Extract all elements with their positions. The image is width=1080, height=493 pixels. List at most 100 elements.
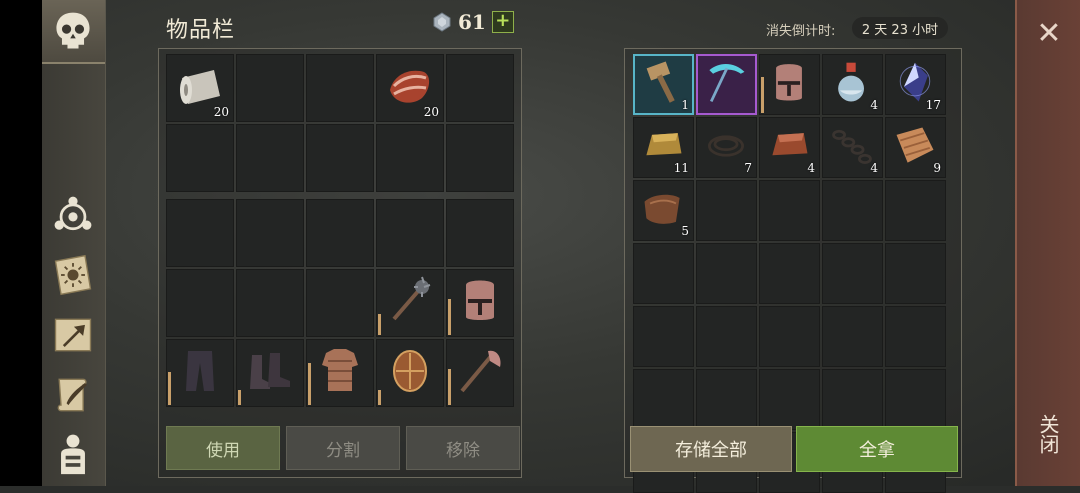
equipment-slot[interactable] [306,269,374,337]
equipment-slot[interactable] [446,199,514,267]
equipment-slot[interactable] [306,199,374,267]
map-arrow-icon[interactable] [48,310,98,360]
split-button[interactable]: 分割 [286,426,400,470]
inventory-grid: 20 20 [166,54,514,192]
chain-icon [832,129,872,164]
equipment-slot[interactable] [166,269,234,337]
durability-bar [761,77,764,113]
storage-slot[interactable]: 1 [633,54,694,115]
sidebar-tab-active[interactable] [42,0,105,64]
equipment-slot[interactable] [236,199,304,267]
sun-book-icon[interactable] [48,250,98,300]
take-all-button[interactable]: 全拿 [796,426,958,472]
character-icon[interactable] [48,428,98,478]
inventory-slot[interactable] [236,54,304,122]
storage-slot[interactable] [633,306,694,367]
storage-slot[interactable] [885,243,946,304]
fabric-icon [896,127,934,163]
equipment-slot[interactable] [376,339,444,407]
item-count: 11 [673,161,689,175]
helmet-icon [466,280,494,320]
item-count: 4 [870,161,878,175]
item-count: 17 [925,98,941,112]
chainmail-icon [322,349,358,391]
pants-icon [186,351,214,391]
equipment-slot[interactable] [236,339,304,407]
storage-slot[interactable] [885,369,946,430]
boots-icon [250,353,290,389]
storage-slot[interactable] [759,306,820,367]
equipment-slot[interactable] [166,339,234,407]
remove-button[interactable]: 移除 [406,426,520,470]
storage-slot[interactable]: 9 [885,117,946,178]
inventory-slot[interactable] [306,124,374,192]
storage-slot[interactable]: 11 [633,117,694,178]
pickaxe-icon [709,64,745,103]
durability-bar [238,390,241,405]
storage-slot[interactable] [696,243,757,304]
storage-slot[interactable] [759,243,820,304]
currency-value: 61 [458,10,486,34]
inventory-slot[interactable] [166,124,234,192]
equipment-slot[interactable] [306,339,374,407]
equipment-slot[interactable] [376,199,444,267]
equipment-slot[interactable] [166,199,234,267]
storage-slot[interactable] [633,369,694,430]
storage-slot[interactable]: 4 [822,54,883,115]
durability-bar [168,372,171,405]
rope-icon [708,135,744,157]
helmet-icon [776,64,802,101]
equipment-grid [166,199,514,407]
storage-slot[interactable] [822,369,883,430]
add-currency-button[interactable]: + [491,11,514,33]
close-panel[interactable]: ✕ 关闭 [1015,0,1080,486]
storage-slot[interactable] [822,180,883,241]
equipment-slot[interactable] [446,339,514,407]
equipment-slot[interactable] [376,269,444,337]
storage-slot[interactable]: 4 [822,117,883,178]
copper-ingot-icon [772,133,808,156]
storage-slot[interactable] [822,243,883,304]
screen-edge [0,0,42,486]
potion-icon [838,62,864,102]
item-count: 20 [213,105,229,119]
inventory-slot[interactable]: 20 [166,54,234,122]
mace-icon [392,276,431,321]
use-button[interactable]: 使用 [166,426,280,470]
storage-slot[interactable] [696,180,757,241]
close-icon[interactable]: ✕ [1035,19,1063,49]
storage-slot[interactable] [759,369,820,430]
currency-display: 61 + [432,10,514,34]
inventory-slot[interactable] [446,124,514,192]
storage-slot[interactable]: 4 [759,117,820,178]
inventory-slot[interactable] [446,54,514,122]
storage-slot[interactable] [696,306,757,367]
inventory-slot[interactable] [306,54,374,122]
inventory-slot[interactable]: 20 [376,54,444,122]
storage-slot[interactable] [696,54,757,115]
storage-slot[interactable] [759,180,820,241]
store-all-button[interactable]: 存储全部 [630,426,792,472]
equipment-slot[interactable] [446,269,514,337]
storage-slot[interactable] [822,306,883,367]
inventory-slot[interactable] [376,124,444,192]
durability-bar [378,390,381,405]
countdown-value: 2 天 23 小时 [852,17,948,39]
storage-slot[interactable]: 17 [885,54,946,115]
storage-slot[interactable]: 5 [633,180,694,241]
scroll-quill-icon[interactable] [48,370,98,420]
item-count: 1 [681,98,689,112]
equipment-slot[interactable] [236,269,304,337]
storage-slot[interactable] [885,306,946,367]
inventory-slot[interactable] [236,124,304,192]
inventory-title: 物品栏 [166,18,236,43]
inventory-actions: 使用 分割 移除 [166,426,520,470]
item-count: 4 [807,161,815,175]
storage-slot[interactable] [885,180,946,241]
storage-slot[interactable] [633,243,694,304]
storage-slot[interactable] [696,369,757,430]
clan-icon[interactable] [48,190,98,240]
storage-slot[interactable]: 7 [696,117,757,178]
durability-bar [308,363,311,405]
storage-slot[interactable] [759,54,820,115]
